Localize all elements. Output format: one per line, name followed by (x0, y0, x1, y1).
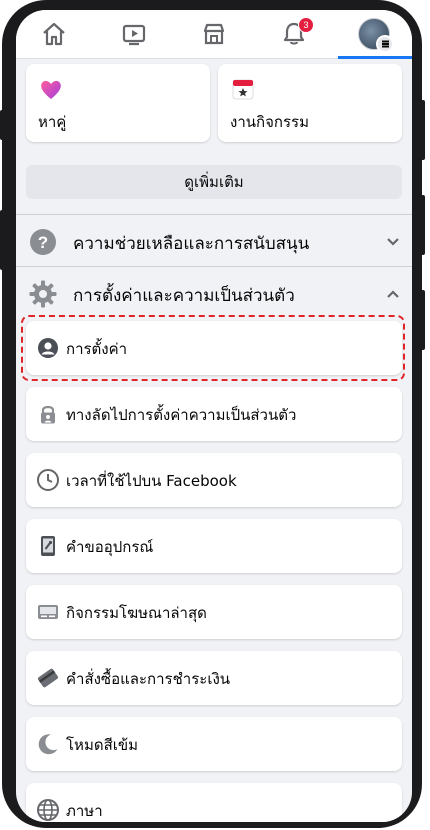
video-icon (122, 24, 146, 46)
orders-payments-item[interactable]: คำสั่งซื้อและการชำระเงิน (26, 651, 402, 705)
privacy-shortcuts-item[interactable]: ทางลัดไปการตั้งค่าความเป็นส่วนตัว (26, 387, 402, 441)
chevron-down-icon (387, 238, 399, 246)
events-label: งานกิจกรรม (230, 113, 309, 131)
globe-icon (37, 799, 59, 821)
orders-payments-label: คำสั่งซื้อและการชำระเงิน (66, 670, 231, 688)
settings-privacy-label: การตั้งค่าและความเป็นส่วนตัว (73, 286, 295, 306)
app-screen: 3 หาคู่ งานกิจกรรม ดูเพิ่มเติม ? ความช่ว… (16, 10, 412, 822)
language-item[interactable]: ภาษา (26, 783, 402, 822)
nav-video-tab[interactable] (98, 10, 170, 58)
dark-mode-item[interactable]: โหมดสีเข้ม (26, 717, 402, 771)
active-tab-indicator (338, 56, 412, 59)
chevron-up-icon (387, 290, 399, 298)
notification-badge: 3 (298, 17, 314, 33)
recent-ad-activity-item[interactable]: กิจกรรมโฆษณาล่าสุด (26, 585, 402, 639)
card-icon (37, 668, 59, 688)
menu-icon (376, 35, 394, 53)
highlight-box (21, 315, 405, 381)
phone-side-button (0, 110, 4, 140)
language-label: ภาษา (66, 802, 103, 820)
dating-label: หาคู่ (38, 113, 67, 131)
time-on-facebook-item[interactable]: เวลาที่ใช้ไปบน Facebook (26, 453, 402, 507)
home-icon (43, 22, 65, 46)
phone-side-button (420, 100, 425, 160)
clock-icon (37, 469, 59, 491)
nav-menu-tab[interactable] (338, 10, 410, 58)
question-icon: ? (30, 229, 56, 255)
lock-icon (41, 405, 55, 424)
top-nav-bar: 3 (16, 10, 412, 59)
recent-ad-activity-label: กิจกรรมโฆษณาล่าสุด (66, 604, 207, 622)
avatar (358, 18, 394, 53)
see-more-button[interactable]: ดูเพิ่มเติม (26, 165, 402, 199)
ad-activity-icon (38, 605, 58, 619)
dating-tile[interactable]: หาคู่ (26, 64, 210, 142)
phone-side-button (420, 290, 425, 350)
nav-marketplace-tab[interactable] (178, 10, 250, 58)
phone-side-button (420, 195, 425, 255)
time-on-facebook-label: เวลาที่ใช้ไปบน Facebook (66, 472, 237, 490)
privacy-shortcuts-label: ทางลัดไปการตั้งค่าความเป็นส่วนตัว (66, 406, 297, 424)
events-tile[interactable]: งานกิจกรรม (218, 64, 402, 142)
nav-home-tab[interactable] (18, 10, 90, 58)
moon-icon (38, 734, 58, 755)
device-requests-item[interactable]: คำขออุปกรณ์ (26, 519, 402, 573)
device-requests-label: คำขออุปกรณ์ (66, 538, 154, 556)
calendar-star-icon (232, 79, 254, 100)
svg-text:?: ? (38, 233, 48, 252)
phone-volume-button (0, 210, 4, 270)
settings-privacy-section[interactable]: การตั้งค่าและความเป็นส่วนตัว (16, 269, 412, 317)
divider (16, 214, 412, 215)
marketplace-icon (203, 23, 225, 45)
help-support-label: ความช่วยเหลือและการสนับสนุน (73, 234, 310, 254)
divider (16, 266, 412, 267)
dark-mode-label: โหมดสีเข้ม (66, 736, 138, 754)
gear-icon (29, 280, 57, 308)
help-support-section[interactable]: ? ความช่วยเหลือและการสนับสนุน (16, 217, 412, 265)
phone-device-icon (41, 536, 55, 556)
heart-icon (41, 80, 61, 99)
nav-notifications-tab[interactable]: 3 (258, 10, 330, 58)
